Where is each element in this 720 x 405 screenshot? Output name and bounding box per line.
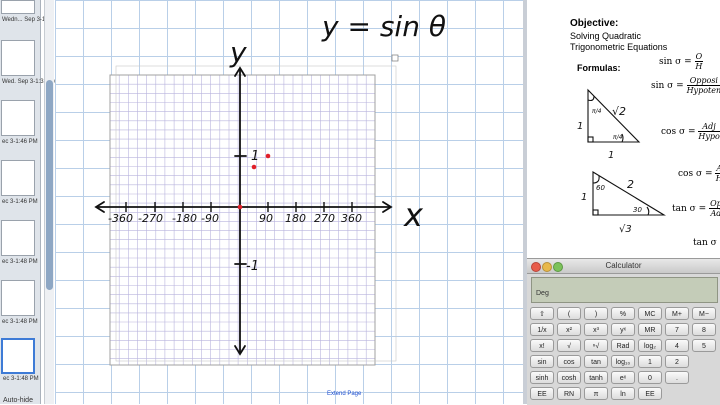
calc-key[interactable]: (: [557, 307, 581, 320]
angle-mode-label: Deg: [536, 290, 549, 297]
calc-key[interactable]: 1: [638, 355, 662, 368]
triangle1-angle-b: π/4: [613, 134, 623, 141]
tick-label-neg-one: -1: [246, 259, 259, 274]
triangle2-side-left: 1: [581, 192, 587, 203]
calc-key[interactable]: M+: [665, 307, 689, 320]
triangle1-hyp: √2: [612, 105, 626, 118]
calculator-titlebar[interactable]: Calculator: [527, 259, 720, 274]
calc-key[interactable]: x³: [584, 323, 608, 336]
triangle-sketches: 1 √2 1 π/4 π/4 1 2 √3 60 30: [577, 88, 666, 235]
calc-key[interactable]: RN: [557, 387, 581, 400]
calc-key[interactable]: MC: [638, 307, 662, 320]
calc-key[interactable]: sinh: [530, 371, 554, 384]
triangle1-side-left: 1: [577, 121, 583, 132]
calc-key[interactable]: M−: [692, 307, 716, 320]
triangle2-angle-a: 60: [596, 184, 605, 192]
calc-key[interactable]: 4: [665, 339, 689, 352]
calc-key[interactable]: 5: [692, 339, 716, 352]
calculator-display: Deg: [531, 277, 718, 303]
tick-label-x: 360: [341, 212, 362, 225]
calc-key[interactable]: sin: [530, 355, 554, 368]
calc-key[interactable]: tanh: [584, 371, 608, 384]
calc-key[interactable]: MR: [638, 323, 662, 336]
calc-key[interactable]: 1/x: [530, 323, 554, 336]
triangle1-bottom: 1: [608, 150, 614, 161]
calc-key[interactable]: ln: [611, 387, 635, 400]
y-axis-label: y: [229, 36, 247, 69]
plotted-point: [237, 204, 243, 210]
plotted-point: [265, 153, 271, 159]
calc-key[interactable]: 8: [692, 323, 716, 336]
triangle2-angle-b: 30: [633, 206, 642, 214]
calc-key[interactable]: x!: [530, 339, 554, 352]
calc-key[interactable]: ⁿ√: [584, 339, 608, 352]
tick-label-x: -270: [138, 212, 163, 225]
calc-key[interactable]: cos: [557, 355, 581, 368]
calc-key[interactable]: %: [611, 307, 635, 320]
calc-key[interactable]: ⇧: [530, 307, 554, 320]
calc-key[interactable]: ): [584, 307, 608, 320]
plotted-point: [251, 164, 257, 170]
calc-key[interactable]: tan: [584, 355, 608, 368]
calculator-window[interactable]: Calculator Deg ⇧()% MC M+ M− 1/x x² x³ yˣ MR 7 8 x!…: [527, 258, 720, 405]
calc-key[interactable]: EE: [530, 387, 554, 400]
calc-key[interactable]: EE: [638, 387, 662, 400]
tick-label-one: 1: [251, 149, 259, 164]
tick-label-x: -90: [201, 212, 219, 225]
calc-key[interactable]: log₁₀: [611, 355, 635, 368]
calc-key[interactable]: 2: [665, 355, 689, 368]
tick-label-x: 90: [259, 212, 273, 225]
tick-label-x: -360: [108, 212, 133, 225]
x-axis-label: x: [403, 196, 424, 234]
handwritten-graph: y = sin θ y x 1 -1 -360 -270 -180 -90 90…: [94, 10, 446, 366]
calc-key[interactable]: 0: [638, 371, 662, 384]
calc-key[interactable]: π: [584, 387, 608, 400]
tick-label-x: 270: [314, 212, 335, 225]
calculator-title: Calculator: [605, 261, 642, 270]
triangle1-angle-a: π/4: [592, 108, 602, 115]
tick-label-x: -180: [172, 212, 197, 225]
calc-key[interactable]: yˣ: [611, 323, 635, 336]
triangle2-bottom: √3: [619, 224, 632, 235]
graph-paper: [109, 54, 399, 366]
calc-key[interactable]: 7: [665, 323, 689, 336]
calc-key[interactable]: √: [557, 339, 581, 352]
resize-handle-icon[interactable]: [391, 54, 399, 62]
calc-key[interactable]: cosh: [557, 371, 581, 384]
graph-title: y = sin θ: [321, 10, 446, 43]
calc-key[interactable]: eˣ: [611, 371, 635, 384]
calc-key[interactable]: x²: [557, 323, 581, 336]
triangle2-hyp: 2: [627, 178, 634, 191]
calc-key[interactable]: log₂: [638, 339, 662, 352]
tick-label-x: 180: [285, 212, 306, 225]
calc-key[interactable]: .: [665, 371, 689, 384]
calc-key[interactable]: Rad: [611, 339, 635, 352]
